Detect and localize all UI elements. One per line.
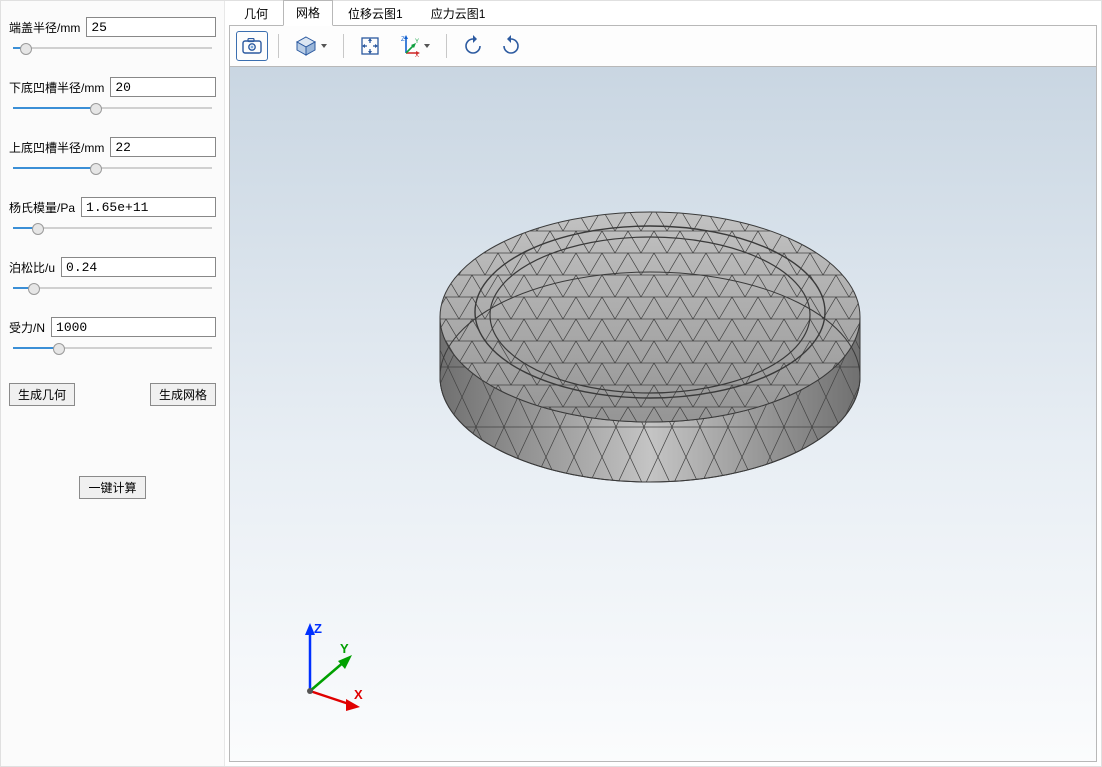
poisson-ratio-input[interactable] <box>61 257 216 277</box>
param-row-poisson-ratio: 泊松比/u <box>9 257 216 277</box>
fit-view-icon <box>360 36 380 56</box>
param-label: 泊松比/u <box>9 259 55 276</box>
axes-icon: Z Y X <box>398 35 420 57</box>
svg-text:X: X <box>354 687 363 702</box>
generate-geometry-button[interactable]: 生成几何 <box>9 383 75 406</box>
mesh-model <box>420 187 880 487</box>
param-label: 上底凹槽半径/mm <box>9 139 104 156</box>
fit-view-button[interactable] <box>354 31 386 61</box>
tab-stress-contour[interactable]: 应力云图1 <box>418 1 499 26</box>
slider-thumb[interactable] <box>20 43 32 55</box>
tab-mesh[interactable]: 网格 <box>283 0 333 26</box>
cap-radius-slider[interactable] <box>9 39 216 59</box>
axes-toggle-button[interactable]: Z Y X <box>392 31 436 61</box>
calc-button-row: 一键计算 <box>9 476 216 499</box>
param-row-force: 受力/N <box>9 317 216 337</box>
slider-thumb[interactable] <box>90 103 102 115</box>
force-slider[interactable] <box>9 339 216 359</box>
rotate-cw-icon <box>500 35 522 57</box>
param-row-lower-groove-radius: 下底凹槽半径/mm <box>9 77 216 97</box>
view-tabbar: 几何 网格 位移云图1 应力云图1 <box>225 1 1101 25</box>
slider-thumb[interactable] <box>28 283 40 295</box>
toolbar-separator <box>446 34 447 58</box>
lower-groove-radius-slider[interactable] <box>9 99 216 119</box>
param-row-cap-radius: 端盖半径/mm <box>9 17 216 37</box>
chevron-down-icon <box>424 44 430 48</box>
svg-text:Y: Y <box>415 39 419 45</box>
tab-displacement-contour[interactable]: 位移云图1 <box>335 1 416 26</box>
chevron-down-icon <box>321 44 327 48</box>
one-click-calc-button[interactable]: 一键计算 <box>79 476 145 499</box>
slider-thumb[interactable] <box>53 343 65 355</box>
app-root: 端盖半径/mm 下底凹槽半径/mm 上底凹槽半径/mm <box>0 0 1102 767</box>
rotate-ccw-icon <box>462 35 484 57</box>
cap-radius-input[interactable] <box>86 17 216 37</box>
svg-text:X: X <box>415 53 419 57</box>
orientation-triad: Z Y X <box>290 621 380 711</box>
generate-mesh-button[interactable]: 生成网格 <box>150 383 216 406</box>
youngs-modulus-slider[interactable] <box>9 219 216 239</box>
param-label: 杨氏模量/Pa <box>9 199 75 216</box>
screenshot-button[interactable] <box>236 31 268 61</box>
youngs-modulus-input[interactable] <box>81 197 216 217</box>
generate-buttons-row: 生成几何 生成网格 <box>9 383 216 406</box>
param-label: 端盖半径/mm <box>9 19 80 36</box>
param-row-youngs-modulus: 杨氏模量/Pa <box>9 197 216 217</box>
upper-groove-radius-input[interactable] <box>110 137 216 157</box>
param-label: 下底凹槽半径/mm <box>9 79 104 96</box>
parameter-panel: 端盖半径/mm 下底凹槽半径/mm 上底凹槽半径/mm <box>1 1 225 766</box>
tab-geometry[interactable]: 几何 <box>231 1 281 26</box>
svg-text:Z: Z <box>401 37 405 43</box>
slider-thumb[interactable] <box>32 223 44 235</box>
param-row-upper-groove-radius: 上底凹槽半径/mm <box>9 137 216 157</box>
poisson-ratio-slider[interactable] <box>9 279 216 299</box>
svg-text:Y: Y <box>340 641 349 656</box>
mesh-viewport[interactable]: Z Y X <box>229 67 1097 762</box>
view-orientation-button[interactable] <box>289 31 333 61</box>
upper-groove-radius-slider[interactable] <box>9 159 216 179</box>
lower-groove-radius-input[interactable] <box>110 77 216 97</box>
view-toolbar: Z Y X <box>229 25 1097 67</box>
right-panel: 几何 网格 位移云图1 应力云图1 <box>225 1 1101 766</box>
slider-thumb[interactable] <box>90 163 102 175</box>
rotate-ccw-button[interactable] <box>457 31 489 61</box>
toolbar-separator <box>343 34 344 58</box>
toolbar-separator <box>278 34 279 58</box>
svg-text:Z: Z <box>314 621 322 636</box>
param-label: 受力/N <box>9 319 45 336</box>
force-input[interactable] <box>51 317 216 337</box>
rotate-cw-button[interactable] <box>495 31 527 61</box>
camera-icon <box>242 38 262 54</box>
isometric-view-icon <box>295 35 317 57</box>
